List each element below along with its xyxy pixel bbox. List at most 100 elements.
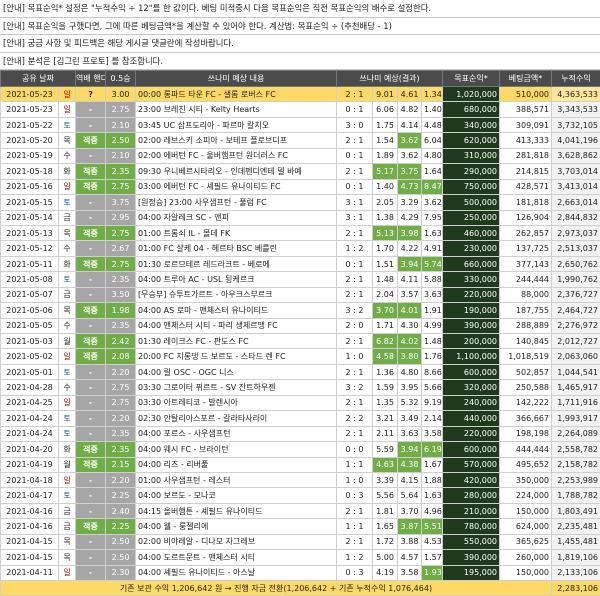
row-odds-home: 3.39 — [373, 472, 398, 487]
row-odds-away: 1.76 — [422, 349, 443, 364]
row-score: 2 : 1 — [337, 426, 373, 441]
row-score: 2 : 0 — [337, 318, 373, 333]
row-cumulative: 2,464,727 — [552, 303, 600, 318]
row-line-odds: 2.75 — [106, 256, 136, 271]
row-odds-home: 1.81 — [373, 503, 398, 518]
row-odds-home: 1.75 — [373, 117, 398, 132]
row-odds-home: 1.40 — [373, 179, 398, 194]
row-odds-home: 1.65 — [373, 519, 398, 534]
row-handicap-result: - — [76, 426, 106, 441]
row-score: 2 : 1 — [337, 503, 373, 518]
row-cumulative: 3,413,014 — [552, 179, 600, 194]
row-weekday: 일 — [59, 395, 76, 410]
notice-line: [안내] 궁금 사항 및 피드백은 해당 게시글 댓글란에 작성바랍니다. — [0, 35, 600, 53]
row-line-odds: 2.15 — [106, 457, 136, 472]
row-odds-away: 1.48 — [422, 334, 443, 349]
row-odds-draw: 3.94 — [398, 442, 422, 457]
row-odds-away: 1.34 — [422, 87, 443, 102]
table-row: 2021-04-25일-2.7503:30 아트레티코 - 발렌시아2 : 11… — [1, 395, 600, 410]
row-odds-home: 6.06 — [373, 102, 398, 117]
row-score: 2 : 1 — [337, 133, 373, 148]
row-bet-amount: 250,588 — [500, 380, 552, 395]
row-score: 0 : 3 — [337, 565, 373, 580]
row-line-odds: 2.50 — [106, 550, 136, 565]
row-score: 2 : 1 — [337, 287, 373, 302]
col-target: 목표순익* — [443, 71, 500, 87]
row-line-odds: 2.30 — [106, 565, 136, 580]
row-odds-home: 2.11 — [373, 426, 398, 441]
row-date: 2021-05-02 — [1, 349, 59, 364]
row-match: 23:00 브레친 시티 - Kelty Hearts — [136, 102, 337, 117]
row-score: 2 : 1 — [337, 164, 373, 179]
row-date: 2021-05-13 — [1, 225, 59, 240]
row-match: 04:00 자알레크 SC - 앤피 — [136, 210, 337, 225]
row-cumulative: 2,063,060 — [552, 349, 600, 364]
row-score: 1 : 1 — [337, 519, 373, 534]
row-odds-draw: 4.29 — [398, 210, 422, 225]
row-date: 2021-04-28 — [1, 380, 59, 395]
row-odds-away: 4.99 — [422, 318, 443, 333]
row-handicap-result: - — [76, 117, 106, 132]
row-match: 04:00 트루아 AC - USL 됭케르크 — [136, 272, 337, 287]
row-odds-away: 5.66 — [422, 380, 443, 395]
row-date: 2021-05-06 — [1, 303, 59, 318]
row-weekday: 목 — [59, 225, 76, 240]
row-cumulative: 2,973,037 — [552, 225, 600, 240]
row-odds-draw: 3.80 — [398, 349, 422, 364]
row-cumulative: 2,133,106 — [552, 565, 600, 580]
row-odds-away: 5.88 — [422, 272, 443, 287]
row-line-odds: 2.20 — [106, 472, 136, 487]
row-match: [원정승] 23:00 사우샘프턴 - 풀럼 FC — [136, 195, 337, 210]
row-target-profit: 330,000 — [443, 272, 500, 287]
row-date: 2021-04-15 — [1, 550, 59, 565]
row-odds-draw: 4.57 — [398, 550, 422, 565]
row-match: [무승부] 슈투트가르트 - 아우크스부르크 — [136, 287, 337, 302]
row-cumulative: 2,663,014 — [552, 195, 600, 210]
row-weekday: 화 — [59, 256, 76, 271]
row-weekday: 수 — [59, 318, 76, 333]
row-target-profit: 210,000 — [443, 503, 500, 518]
row-match: 02:00 에버턴 FC - 울버햄프턴 원더러스 FC — [136, 148, 337, 163]
row-handicap-result: - — [76, 550, 106, 565]
row-date: 2021-05-08 — [1, 272, 59, 287]
col-date: 공유 날짜 — [1, 71, 76, 87]
summary-text: 기존 보관 수익 1,206,642 원 → 진행 자금 전환(1,206,64… — [1, 581, 552, 596]
row-match: 04:00 도르트문트 - 맨체스터 시티 — [136, 550, 337, 565]
row-score: 2 : 1 — [337, 272, 373, 287]
row-cumulative: 2,558,782 — [552, 442, 600, 457]
row-match: 09:30 우니베르시타리오 - 인데펜디엔테 델 바예 — [136, 164, 337, 179]
row-line-odds: 2.08 — [106, 349, 136, 364]
table-row: 2021-04-17토-2.2504:00 보르도 - 모나코0 : 35.56… — [1, 488, 600, 503]
row-date: 2021-04-18 — [1, 472, 59, 487]
row-bet-amount: 495,652 — [500, 457, 552, 472]
row-score: 0 : 0 — [337, 442, 373, 457]
row-odds-home: 1.59 — [373, 380, 398, 395]
row-cumulative: 2,264,089 — [552, 426, 600, 441]
row-bet-amount: 624,000 — [500, 519, 552, 534]
row-cumulative: 1,990,762 — [552, 272, 600, 287]
table-row: 2021-04-15목-2.5004:00 도르트문트 - 맨체스터 시티1 :… — [1, 550, 600, 565]
row-cumulative: 3,732,105 — [552, 117, 600, 132]
row-cumulative: 2,376,727 — [552, 287, 600, 302]
table-row: 2021-04-16금적중2.2504:00 웰 - 룽젤리에1 : 11.65… — [1, 519, 600, 534]
row-odds-draw: 4.11 — [398, 272, 422, 287]
row-bet-amount: 126,904 — [500, 210, 552, 225]
col-cumulative: 누적수익 — [552, 71, 600, 87]
notice-line: [안내] 목표순익을 구했다면, 그에 따른 베팅금액*을 계산할 수 있어야 … — [0, 18, 600, 36]
table-row: 2021-05-08토-2.3504:00 트루아 AC - USL 됭케르크2… — [1, 272, 600, 287]
row-match: 04:00 포르스 - 사우샘프턴 — [136, 426, 337, 441]
row-odds-away: 2.14 — [422, 411, 443, 426]
row-odds-home: 1.48 — [373, 272, 398, 287]
table-row: 2021-04-15목-2.5002:00 비야레알 - 디나모 자그레브2 :… — [1, 534, 600, 549]
row-bet-amount: 137,725 — [500, 241, 552, 256]
row-handicap-result: 적중 — [76, 519, 106, 534]
row-score: 3 : 2 — [337, 303, 373, 318]
summary-total: 2,283,106 — [552, 581, 600, 596]
row-handicap-result: - — [76, 102, 106, 117]
row-weekday: 일 — [59, 179, 76, 194]
row-date: 2021-05-23 — [1, 87, 59, 102]
row-weekday: 토 — [59, 272, 76, 287]
row-handicap-result: - — [76, 195, 106, 210]
row-cumulative: 1,803,491 — [552, 503, 600, 518]
row-date: 2021-04-16 — [1, 503, 59, 518]
